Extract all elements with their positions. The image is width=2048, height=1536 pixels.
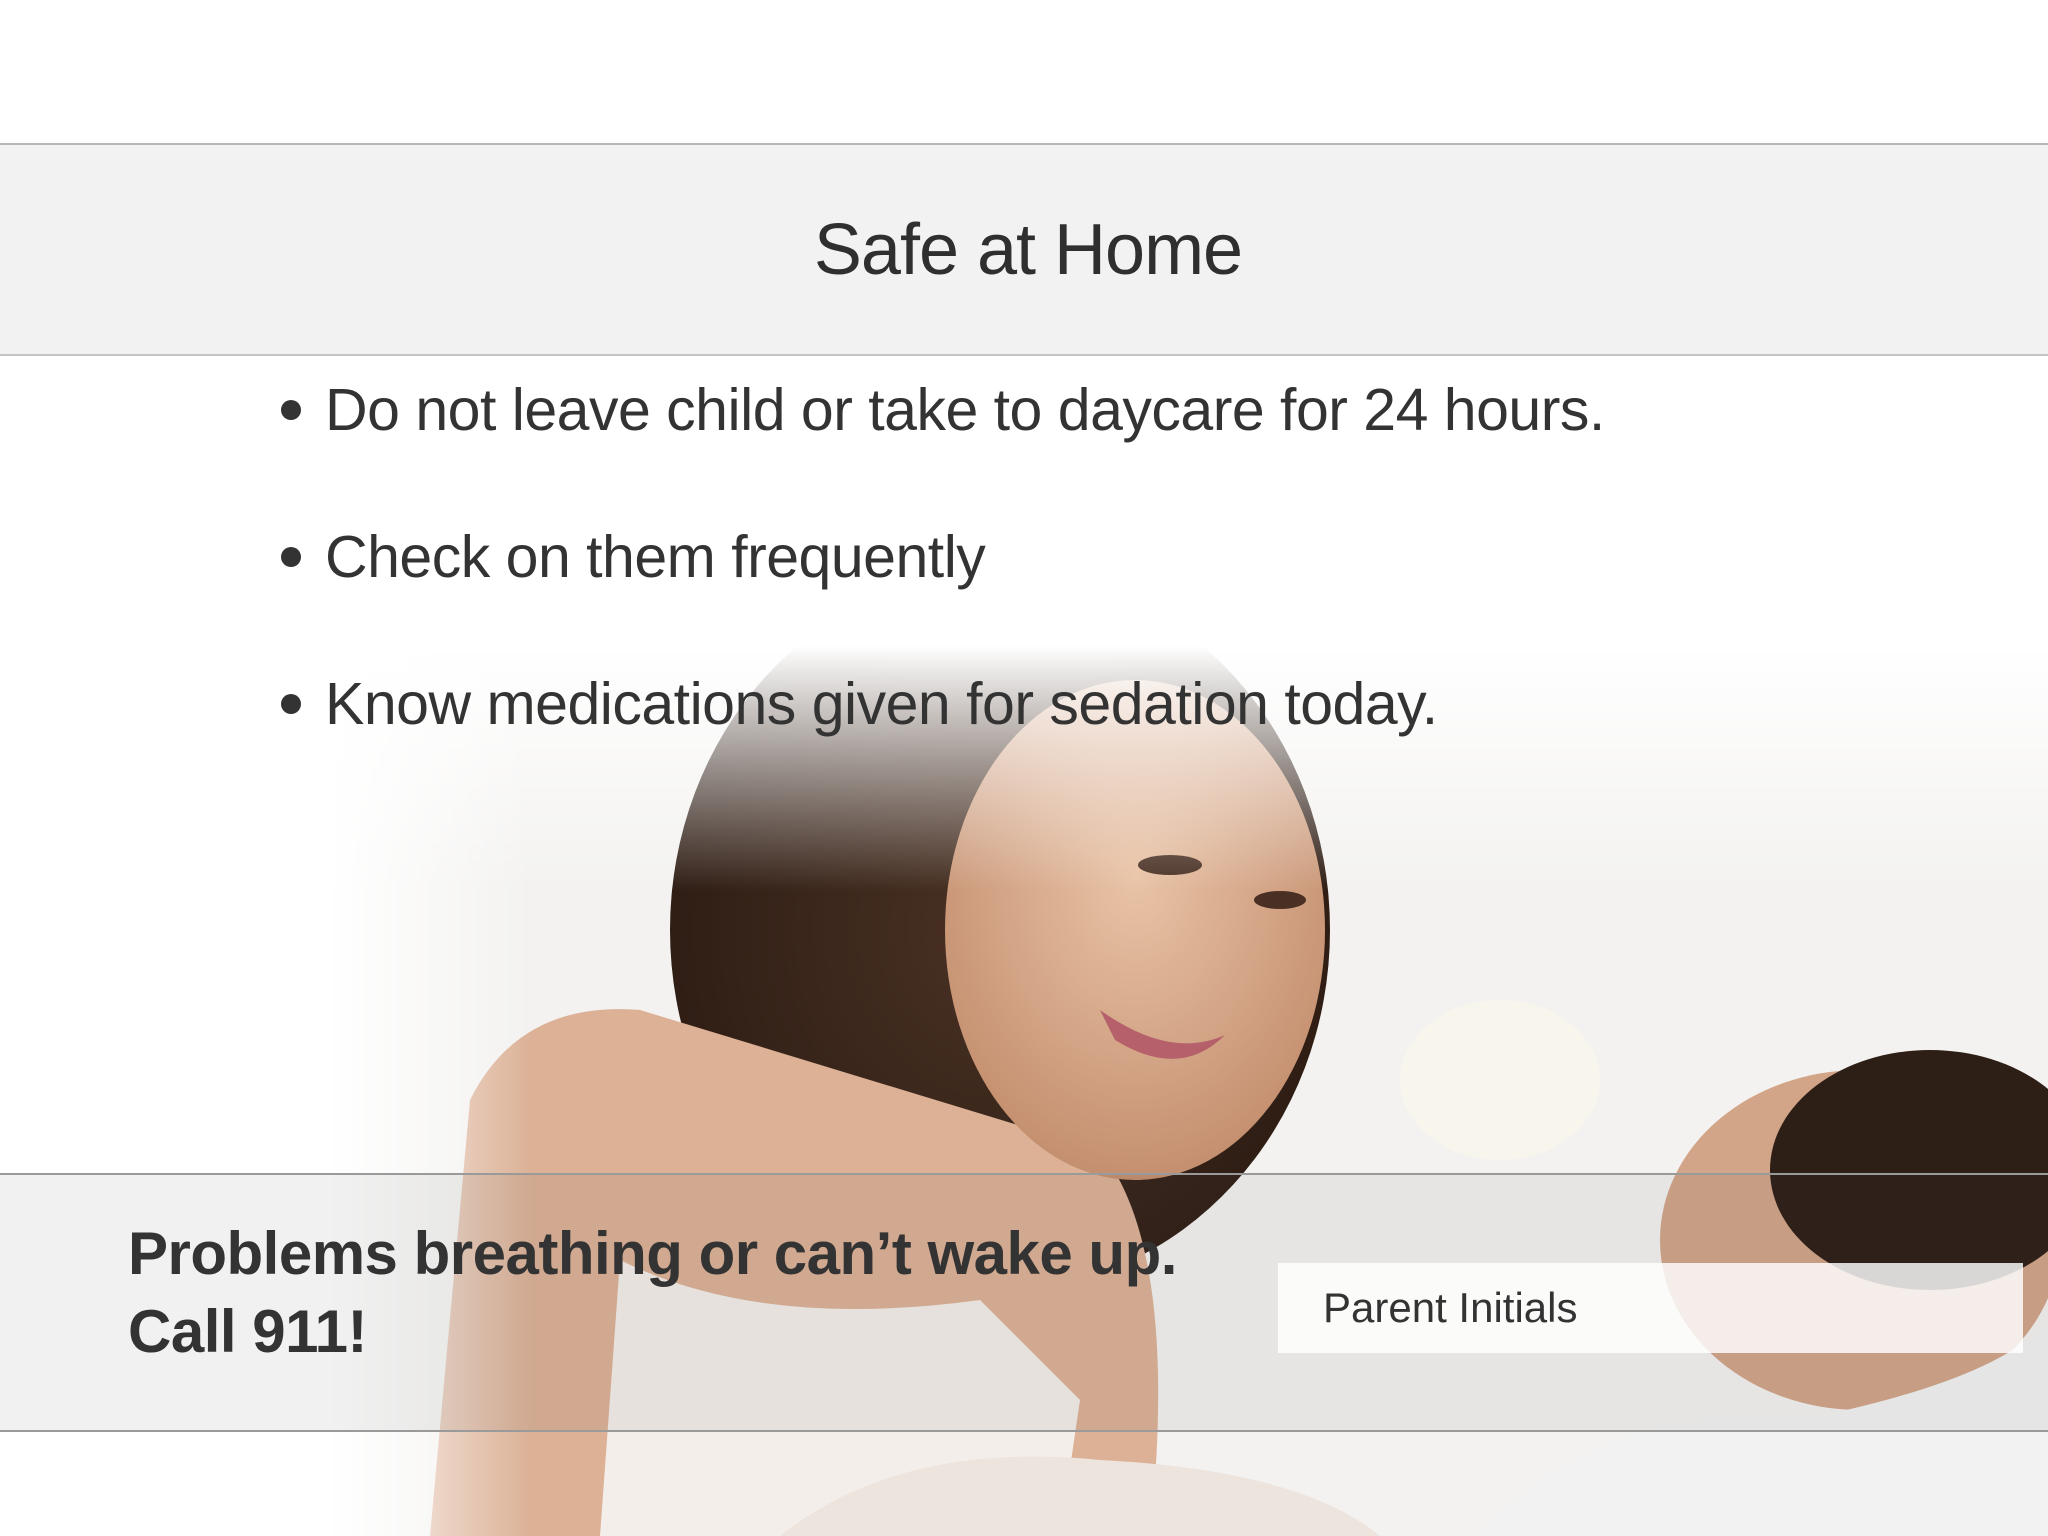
page-title: Safe at Home <box>813 209 1243 290</box>
bullet-text: Know medications given for sedation toda… <box>325 671 1438 737</box>
title-band: Safe at Home <box>0 143 2048 356</box>
bullet-icon <box>281 547 301 567</box>
emergency-warning: Problems breathing or can’t wake up. Cal… <box>128 1215 1177 1371</box>
emergency-line-1: Problems breathing or can’t wake up. <box>128 1220 1177 1287</box>
bullet-text: Check on them frequently <box>325 524 986 590</box>
parent-initials-label: Parent Initials <box>1323 1284 1578 1331</box>
bullet-text: Do not leave child or take to daycare fo… <box>325 377 1605 443</box>
emergency-line-2: Call 911! <box>128 1298 367 1365</box>
list-item: Check on them frequently <box>275 517 1605 664</box>
bullet-icon <box>281 400 301 420</box>
bullet-icon <box>281 694 301 714</box>
bullet-list: Do not leave child or take to daycare fo… <box>275 370 1605 811</box>
emergency-band: Problems breathing or can’t wake up. Cal… <box>0 1173 2048 1432</box>
list-item: Do not leave child or take to daycare fo… <box>275 370 1605 517</box>
list-item: Know medications given for sedation toda… <box>275 664 1605 811</box>
parent-initials-field[interactable]: Parent Initials <box>1278 1263 2023 1353</box>
